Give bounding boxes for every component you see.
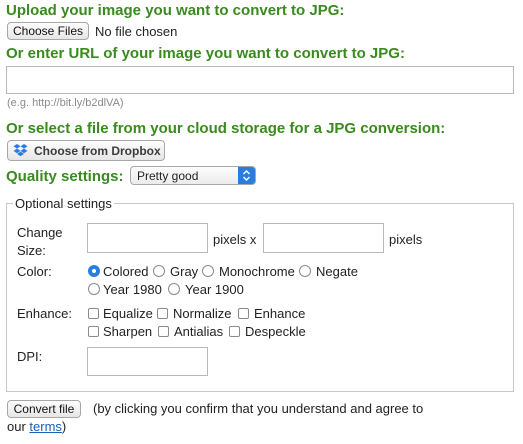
cloud-heading: Or select a file from your cloud storage…	[6, 120, 446, 137]
enhance-option-equalize: Equalize	[103, 306, 153, 321]
upload-heading: Upload your image you want to convert to…	[6, 2, 345, 19]
enhance-option-antialias: Antialias	[174, 324, 224, 339]
enhance-option-sharpen: Sharpen	[103, 324, 153, 339]
height-input[interactable]	[263, 223, 384, 253]
enhance-check-normalize[interactable]	[157, 308, 168, 319]
convert-notice-end: )	[61, 419, 67, 434]
color-radio-monochrome[interactable]	[202, 265, 214, 277]
color-option-colored: Colored	[103, 264, 149, 279]
dpi-label: DPI:	[17, 349, 43, 364]
convert-file-button[interactable]: Convert file	[7, 400, 81, 418]
enhance-option-despeckle: Despeckle	[245, 324, 306, 339]
chevron-updown-icon	[238, 167, 255, 184]
enhance-option-normalize: Normalize	[173, 306, 232, 321]
color-radio-colored[interactable]	[88, 265, 100, 277]
convert-notice: (by clicking you confirm that you unders…	[93, 401, 424, 416]
enhance-label: Enhance:	[17, 306, 72, 321]
file-status: No file chosen	[95, 24, 178, 39]
quality-selected-value: Pretty good	[137, 169, 199, 183]
optional-settings-fieldset: Optional settings	[6, 196, 514, 392]
convert-notice-line2: our terms)	[7, 419, 66, 434]
color-radio-year-1900[interactable]	[168, 283, 180, 295]
enhance-option-enhance: Enhance	[254, 306, 306, 321]
quality-label: Quality settings:	[6, 168, 124, 185]
dropbox-icon	[13, 144, 28, 157]
terms-link[interactable]: terms	[29, 419, 62, 434]
url-input[interactable]	[6, 66, 514, 94]
url-heading: Or enter URL of your image you want to c…	[6, 45, 405, 62]
color-option-negate: Negate	[316, 264, 358, 279]
dpi-input[interactable]	[87, 347, 208, 376]
convert-notice-our: our	[7, 419, 26, 434]
choose-files-button[interactable]: Choose Files	[7, 22, 89, 40]
color-option-monochrome: Monochrome	[219, 264, 295, 279]
color-radio-gray[interactable]	[153, 265, 165, 277]
change-size-label-line1: Change	[17, 225, 63, 240]
dropbox-button[interactable]: Choose from Dropbox	[7, 140, 165, 161]
pixels-label: pixels	[389, 232, 423, 247]
color-label: Color:	[17, 264, 52, 279]
change-size-label-line2: Size:	[17, 243, 46, 258]
pixels-x-label: pixels x	[213, 232, 257, 247]
enhance-check-enhance[interactable]	[238, 308, 249, 319]
color-option-gray: Gray	[170, 264, 199, 279]
color-radio-negate[interactable]	[299, 265, 311, 277]
enhance-check-antialias[interactable]	[158, 326, 169, 337]
quality-select[interactable]: Pretty good	[130, 166, 256, 185]
enhance-check-despeckle[interactable]	[229, 326, 240, 337]
optional-settings-legend: Optional settings	[15, 196, 112, 211]
color-option-year-1980: Year 1980	[103, 282, 162, 297]
color-option-year-1900: Year 1900	[185, 282, 244, 297]
color-radio-year-1980[interactable]	[88, 283, 100, 295]
enhance-check-equalize[interactable]	[88, 308, 99, 319]
url-example: (e.g. http://bit.ly/b2dlVA)	[7, 97, 124, 109]
dropbox-label: Choose from Dropbox	[34, 143, 161, 158]
enhance-check-sharpen[interactable]	[88, 326, 99, 337]
width-input[interactable]	[87, 223, 208, 253]
